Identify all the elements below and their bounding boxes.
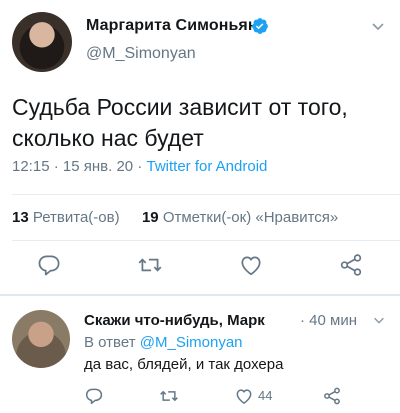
tweet-date: 15 янв. 20 [62, 158, 134, 175]
reply-avatar[interactable] [12, 310, 70, 368]
reply-tweet[interactable]: Скажи что-нибудь, Марк · 40 мин В ответ … [0, 296, 400, 413]
author-handle[interactable]: @M_Simonyan [86, 45, 196, 63]
tweet-text: Судьба России зависит от того, сколько н… [12, 92, 388, 154]
reply-like-action[interactable]: 44 [234, 386, 294, 408]
like-icon[interactable] [234, 386, 254, 406]
reply-share-action[interactable] [322, 386, 342, 408]
chevron-down-icon[interactable] [372, 313, 386, 327]
tweet-time: 12:15 [12, 158, 50, 175]
author-name[interactable]: Маргарита Симоньян [86, 17, 258, 35]
reply-icon[interactable] [36, 252, 62, 278]
reply-reply-action[interactable] [84, 386, 104, 408]
retweet-icon[interactable] [159, 386, 179, 406]
main-tweet: Маргарита Симоньян @M_Simonyan Судьба Ро… [0, 0, 400, 296]
retweet-icon[interactable] [137, 252, 163, 278]
reply-to: В ответ @M_Simonyan [84, 334, 243, 351]
reply-to-mention[interactable]: @M_Simonyan [140, 334, 243, 351]
verified-badge-icon [252, 18, 268, 34]
share-icon[interactable] [322, 386, 342, 406]
likes-stat[interactable]: 19 Отметки(-ок) «Нравится» [142, 209, 338, 226]
tweet-text-line: Судьба России зависит от того, [12, 94, 348, 120]
tweet-meta: 12:15 · 15 янв. 20 · Twitter for Android [12, 158, 268, 175]
tweet-text-line: сколько нас будет [12, 125, 204, 151]
like-icon[interactable] [238, 252, 264, 278]
reply-author-name[interactable]: Скажи что-нибудь, Марк [84, 312, 265, 329]
divider [12, 194, 400, 195]
divider [12, 240, 400, 241]
reply-time: · 40 мин [300, 312, 357, 329]
tweet-action-bar [0, 252, 400, 282]
retweets-stat[interactable]: 13 Ретвита(-ов) [12, 209, 120, 226]
tweet-client-link[interactable]: Twitter for Android [146, 158, 267, 175]
tweet-stats: 13 Ретвита(-ов) 19 Отметки(-ок) «Нравитс… [12, 209, 338, 226]
chevron-down-icon[interactable] [370, 18, 386, 34]
reply-icon[interactable] [84, 386, 104, 406]
reply-retweet-action[interactable] [159, 386, 179, 408]
author-avatar[interactable] [12, 12, 72, 72]
reply-text: да вас, блядей, и так дохера [84, 356, 284, 373]
share-icon[interactable] [338, 252, 364, 278]
reply-action-bar: 44 [84, 386, 384, 410]
reply-like-count: 44 [258, 388, 273, 403]
